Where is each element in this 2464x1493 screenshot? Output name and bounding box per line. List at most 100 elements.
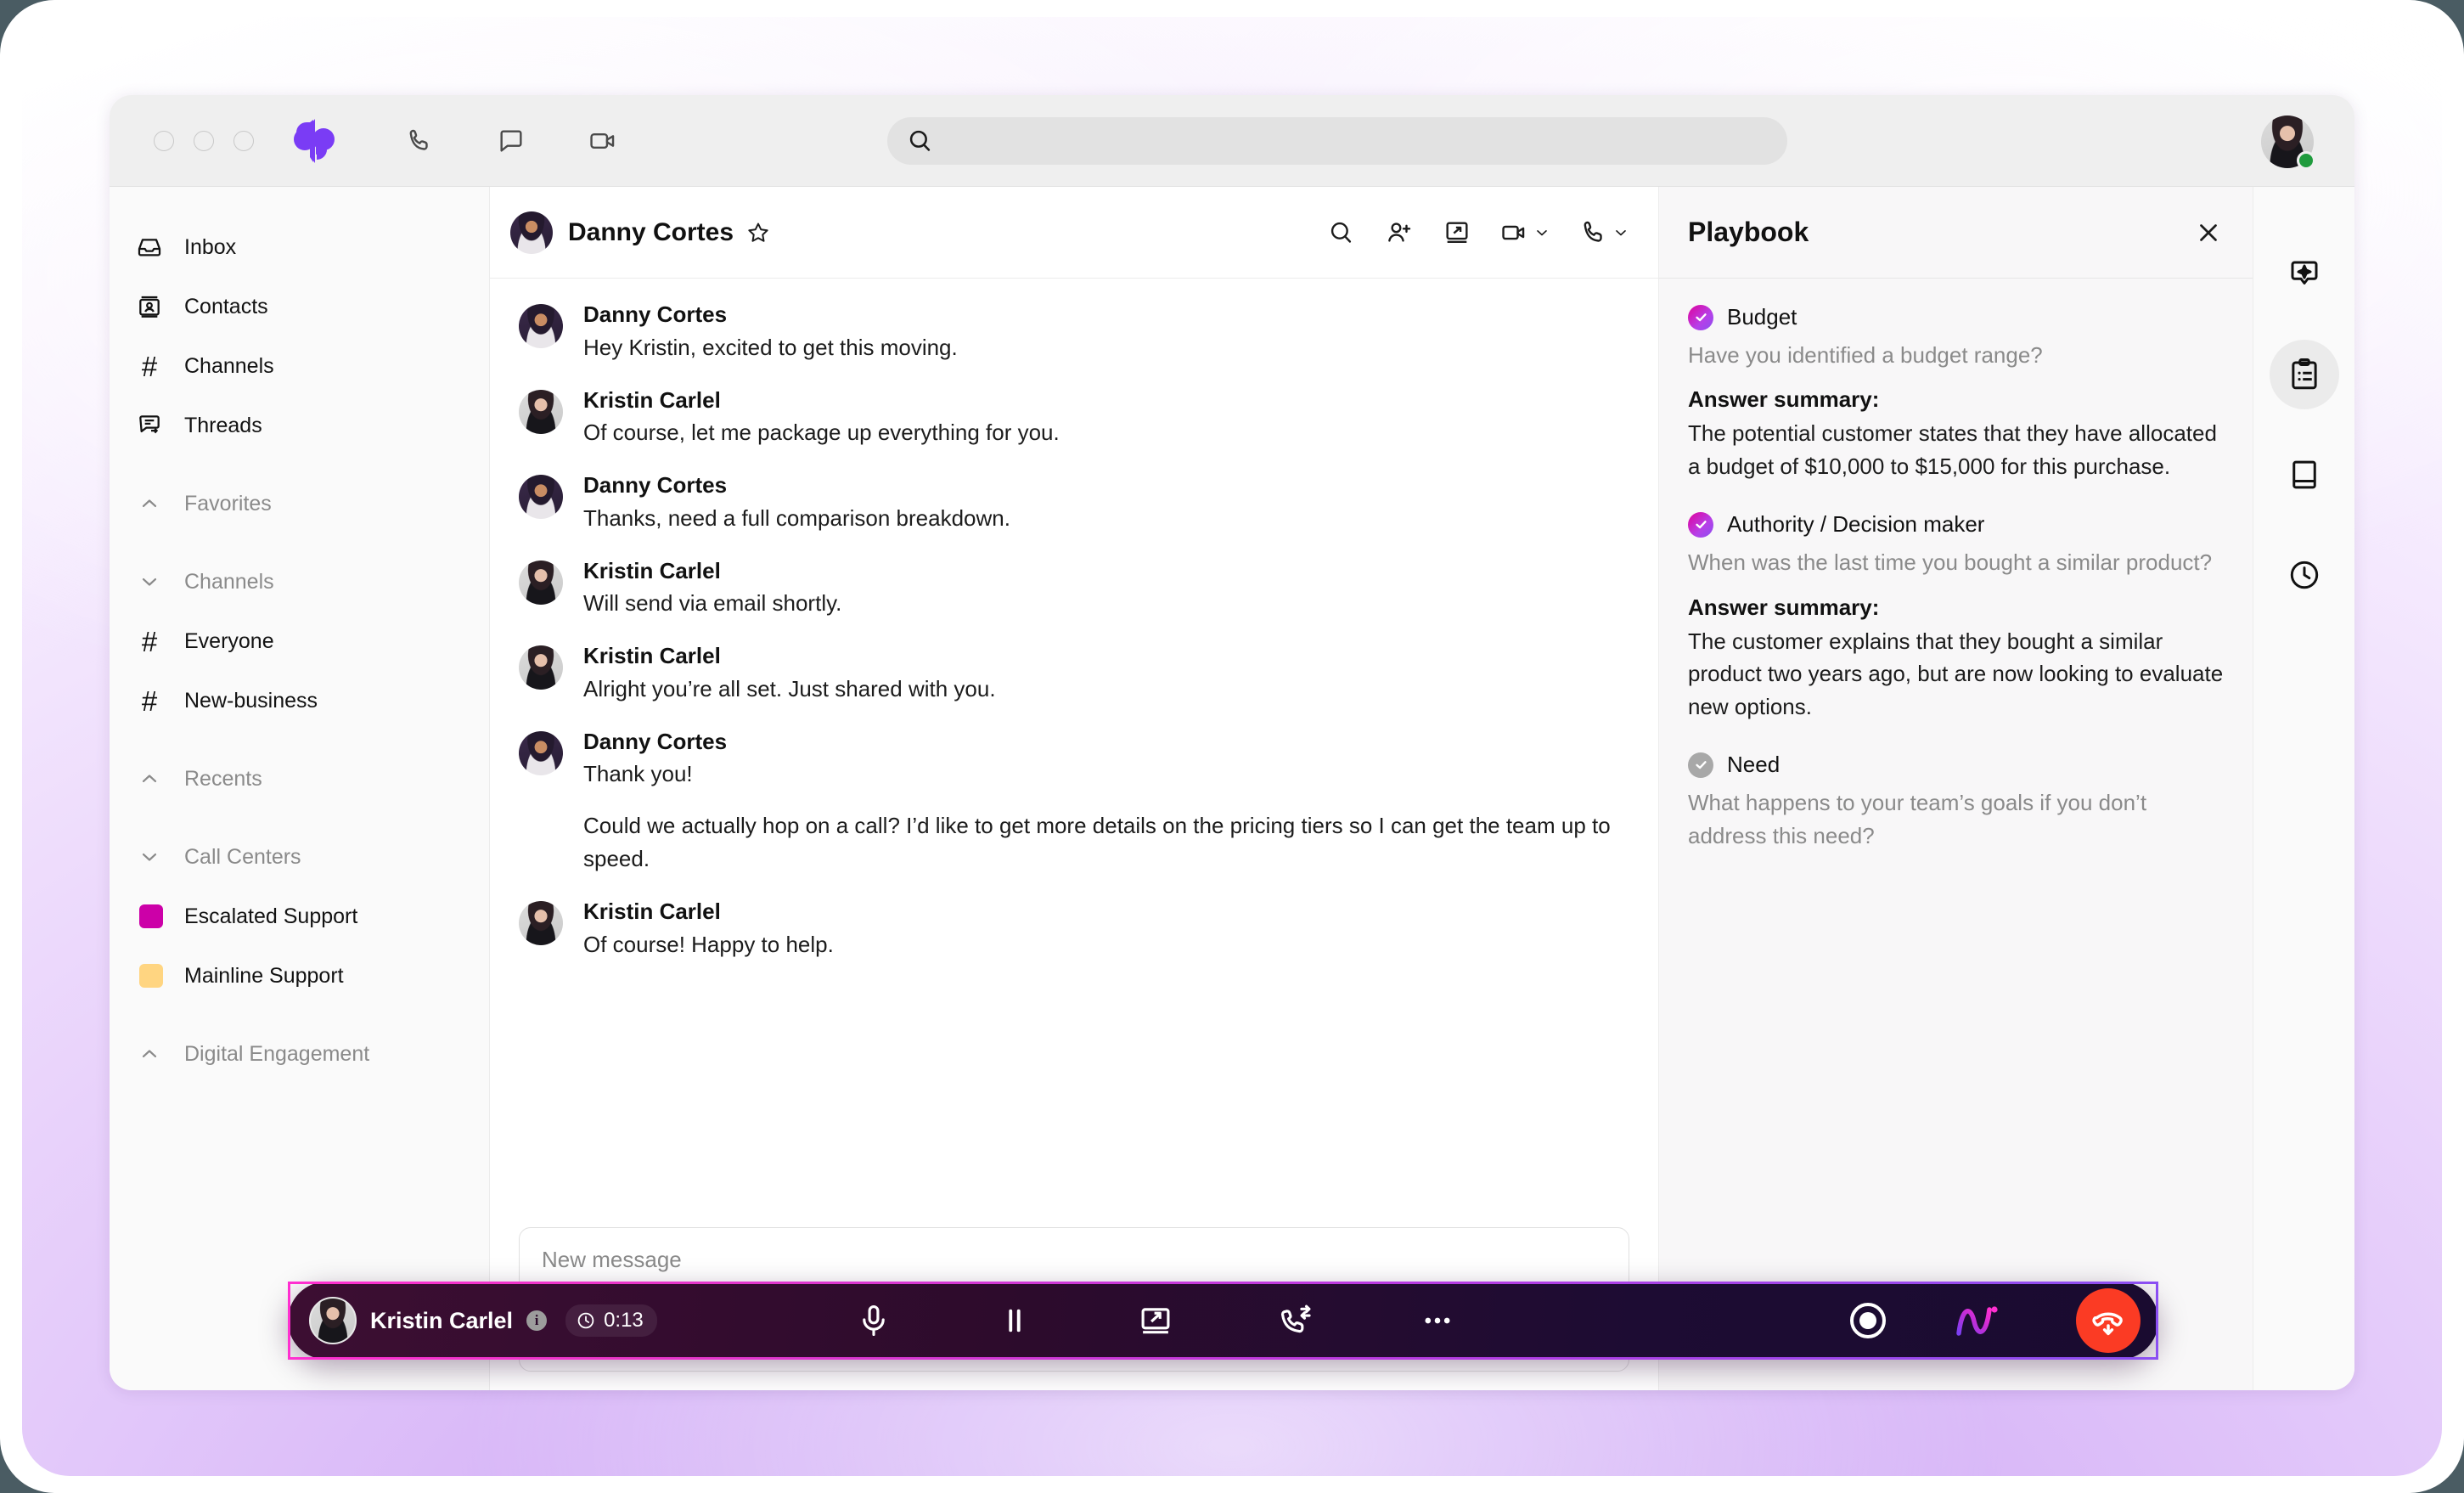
- record-icon[interactable]: [1849, 1303, 1886, 1338]
- sidebar-item-label: Threads: [184, 413, 262, 437]
- account-avatar[interactable]: [2261, 115, 2315, 170]
- playbook-title: Playbook: [1688, 217, 1809, 247]
- more-options-icon[interactable]: [1418, 1301, 1457, 1340]
- message-text: Of course, let me package up everything …: [583, 420, 1060, 445]
- playbook-header: Playbook: [1659, 187, 2253, 279]
- info-icon[interactable]: i: [526, 1310, 548, 1331]
- call-bar-right: [1849, 1288, 2141, 1353]
- global-search[interactable]: [887, 117, 1787, 165]
- playbook-item-label: Need: [1727, 752, 1780, 778]
- color-swatch-icon: [135, 961, 164, 990]
- screen-share-icon[interactable]: [1443, 216, 1471, 250]
- sidebar-item-everyone[interactable]: # Everyone: [110, 611, 489, 671]
- clock-icon: [577, 1312, 594, 1329]
- search-input[interactable]: [947, 129, 1769, 153]
- phone-call-icon[interactable]: [1579, 216, 1629, 250]
- app-window: Inbox Contacts # Channels Threads Favori…: [110, 95, 2354, 1390]
- playbook-item-question: When was the last time you bought a simi…: [1688, 549, 2213, 576]
- right-rail: [2253, 187, 2354, 1390]
- sidebar-item-label: Escalated Support: [184, 904, 358, 928]
- sidebar-item-label: Everyone: [184, 628, 274, 653]
- playbook-item[interactable]: Need What happens to your team’s goals i…: [1688, 752, 2224, 852]
- sidebar-section-label: Recents: [184, 766, 262, 791]
- maximize-window-button[interactable]: [233, 130, 254, 151]
- inbox-icon: [135, 233, 164, 262]
- message-row: Danny Cortes Thanks, need a full compari…: [519, 471, 1629, 535]
- sidebar-item-contacts[interactable]: Contacts: [110, 277, 489, 336]
- sidebar-section-digital-engagement[interactable]: Digital Engagement: [110, 1024, 489, 1084]
- message-list: Danny Cortes Hey Kristin, excited to get…: [490, 279, 1658, 1220]
- sidebar-item-mainline-support[interactable]: Mainline Support: [110, 946, 489, 1006]
- close-window-button[interactable]: [154, 130, 174, 151]
- message-row: Kristin Carlel Will send via email short…: [519, 557, 1629, 621]
- hold-icon[interactable]: [995, 1301, 1034, 1340]
- page-title: Danny Cortes: [568, 217, 734, 246]
- search-bar[interactable]: [887, 117, 1787, 165]
- sidebar-section-recents[interactable]: Recents: [110, 749, 489, 808]
- hash-icon: #: [141, 625, 158, 657]
- sidebar-item-threads[interactable]: Threads: [110, 396, 489, 455]
- ai-assist-icon[interactable]: [2270, 239, 2339, 309]
- chevron-up-icon: [135, 764, 164, 793]
- share-screen-icon[interactable]: [1136, 1301, 1175, 1340]
- call-timer: 0:13: [565, 1304, 657, 1337]
- playbook-item[interactable]: Authority / Decision maker When was the …: [1688, 511, 2224, 723]
- add-person-icon[interactable]: [1385, 216, 1414, 250]
- sidebar-section-channels[interactable]: Channels: [110, 552, 489, 611]
- avatar: [519, 730, 563, 775]
- composer-placeholder[interactable]: New message: [542, 1247, 1606, 1273]
- traffic-lights: [154, 130, 254, 151]
- ai-logo-icon[interactable]: [1952, 1299, 2010, 1342]
- avatar: [519, 304, 563, 348]
- playbook-item-question: What happens to your team’s goals if you…: [1688, 790, 2147, 848]
- message-text: Hey Kristin, excited to get this moving.: [583, 334, 958, 360]
- answer-summary-label: Answer summary:: [1688, 594, 1880, 620]
- message-sender: Danny Cortes: [583, 472, 728, 498]
- close-icon[interactable]: [2193, 217, 2224, 248]
- chevron-down-icon: [135, 842, 164, 871]
- dialpad-logo-icon: [290, 117, 340, 165]
- conversation-header: Danny Cortes: [490, 187, 1658, 279]
- video-icon[interactable]: [583, 121, 622, 161]
- sidebar-section-label: Digital Engagement: [184, 1041, 370, 1066]
- video-call-icon[interactable]: [1500, 216, 1550, 250]
- history-clock-icon[interactable]: [2270, 540, 2339, 610]
- playbook-item-question: Have you identified a budget range?: [1688, 342, 2043, 368]
- message-sender: Kristin Carlel: [583, 899, 721, 924]
- sidebar-item-label: Contacts: [184, 294, 268, 318]
- chevron-up-icon: [135, 489, 164, 518]
- playbook-item-label: Authority / Decision maker: [1727, 511, 1985, 538]
- contacts-icon: [135, 292, 164, 321]
- sidebar-section-label: Favorites: [184, 491, 272, 516]
- sidebar-item-label: Mainline Support: [184, 963, 344, 988]
- sidebar-item-label: New-business: [184, 688, 318, 713]
- message-text: Of course! Happy to help.: [583, 931, 834, 957]
- message-sender: Danny Cortes: [583, 728, 728, 754]
- playbook-clipboard-icon[interactable]: [2269, 340, 2339, 409]
- chevron-up-icon: [135, 1039, 164, 1068]
- mute-icon[interactable]: [854, 1301, 893, 1340]
- search-icon[interactable]: [1327, 216, 1356, 250]
- hangup-icon[interactable]: [2075, 1288, 2141, 1353]
- hash-icon: #: [141, 685, 158, 717]
- chat-icon[interactable]: [492, 121, 531, 161]
- minimize-window-button[interactable]: [194, 130, 214, 151]
- sidebar-item-new-business[interactable]: # New-business: [110, 671, 489, 730]
- sidebar-item-channels[interactable]: # Channels: [110, 336, 489, 396]
- sidebar-item-inbox[interactable]: Inbox: [110, 217, 489, 277]
- playbook-item[interactable]: Budget Have you identified a budget rang…: [1688, 304, 2224, 482]
- star-icon[interactable]: [745, 220, 771, 245]
- sidebar-section-call-centers[interactable]: Call Centers: [110, 827, 489, 887]
- notes-book-icon[interactable]: [2270, 440, 2339, 510]
- message-row: Danny Cortes Hey Kristin, excited to get…: [519, 301, 1629, 364]
- sidebar-section-favorites[interactable]: Favorites: [110, 474, 489, 533]
- message-text: Thank you!: [583, 761, 693, 786]
- sidebar-item-escalated-support[interactable]: Escalated Support: [110, 887, 489, 946]
- message-sender: Kristin Carlel: [583, 557, 721, 583]
- playbook-item-label: Budget: [1727, 304, 1797, 330]
- conversation-actions: [1327, 216, 1629, 250]
- transfer-call-icon[interactable]: [1277, 1301, 1316, 1340]
- phone-icon[interactable]: [400, 121, 439, 161]
- hash-icon: #: [141, 350, 158, 382]
- check-badge-icon: [1688, 752, 1713, 778]
